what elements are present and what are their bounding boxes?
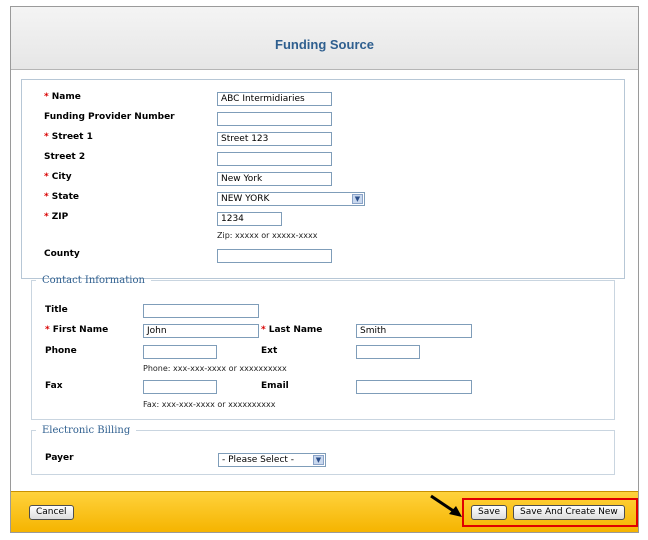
county-input[interactable] — [217, 249, 332, 263]
chevron-down-icon[interactable]: ▼ — [313, 455, 324, 465]
phone-hint: Phone: xxx-xxx-xxxx or xxxxxxxxxx — [143, 364, 287, 373]
payer-select[interactable]: - Please Select - ▼ — [218, 453, 326, 467]
street1-label: * Street 1 — [44, 132, 93, 142]
state-label: * State — [44, 192, 79, 202]
fax-hint: Fax: xxx-xxx-xxxx or xxxxxxxxxx — [143, 400, 276, 409]
chevron-down-icon[interactable]: ▼ — [352, 194, 363, 204]
page-header: Funding Source — [11, 7, 638, 70]
save-button[interactable]: Save — [471, 505, 508, 520]
phone-label: Phone — [45, 346, 77, 356]
contact-information-section: Contact Information — [31, 275, 615, 420]
provider-panel: * Name ABC Intermidiaries Funding Provide… — [21, 79, 625, 279]
street2-label: Street 2 — [44, 152, 86, 162]
state-select[interactable]: NEW YORK ▼ — [217, 192, 365, 206]
contact-information-legend: Contact Information — [42, 275, 145, 286]
city-label: * City — [44, 172, 72, 182]
title-label: Title — [45, 305, 68, 315]
funding-source-window: Funding Source * Name ABC Intermidiaries … — [10, 6, 639, 533]
funding-provider-number-input[interactable] — [217, 112, 332, 126]
electronic-billing-section: Electronic Billing — [31, 425, 615, 475]
last-name-label: * Last Name — [261, 325, 323, 335]
street1-input[interactable]: Street 123 — [217, 132, 332, 146]
ext-label: Ext — [261, 346, 278, 356]
name-input[interactable]: ABC Intermidiaries — [217, 92, 332, 106]
action-bar: Cancel Save Save And Create New — [11, 491, 638, 532]
phone-input[interactable] — [143, 345, 217, 359]
funding-provider-number-label: Funding Provider Number — [44, 112, 175, 122]
save-and-create-new-button[interactable]: Save And Create New — [513, 505, 625, 520]
last-name-input[interactable]: Smith — [356, 324, 472, 338]
title-input[interactable] — [143, 304, 259, 318]
ext-input[interactable] — [356, 345, 420, 359]
first-name-label: * First Name — [45, 325, 109, 335]
page-title: Funding Source — [275, 37, 374, 52]
county-label: County — [44, 249, 80, 259]
payer-label: Payer — [45, 453, 74, 463]
fax-input[interactable] — [143, 380, 217, 394]
first-name-input[interactable]: John — [143, 324, 259, 338]
arrow-pointer-icon — [430, 494, 462, 517]
payer-select-value: - Please Select - — [222, 455, 295, 465]
cancel-button[interactable]: Cancel — [29, 505, 74, 520]
electronic-billing-legend: Electronic Billing — [42, 425, 131, 436]
fax-label: Fax — [45, 381, 63, 391]
email-input[interactable] — [356, 380, 472, 394]
zip-hint: Zip: xxxxx or xxxxx-xxxx — [217, 231, 318, 240]
state-select-value: NEW YORK — [221, 194, 270, 204]
zip-label: * ZIP — [44, 212, 69, 222]
zip-input[interactable]: 1234 — [217, 212, 282, 226]
city-input[interactable]: New York — [217, 172, 332, 186]
street2-input[interactable] — [217, 152, 332, 166]
name-label: * Name — [44, 92, 81, 102]
email-label: Email — [261, 381, 289, 391]
